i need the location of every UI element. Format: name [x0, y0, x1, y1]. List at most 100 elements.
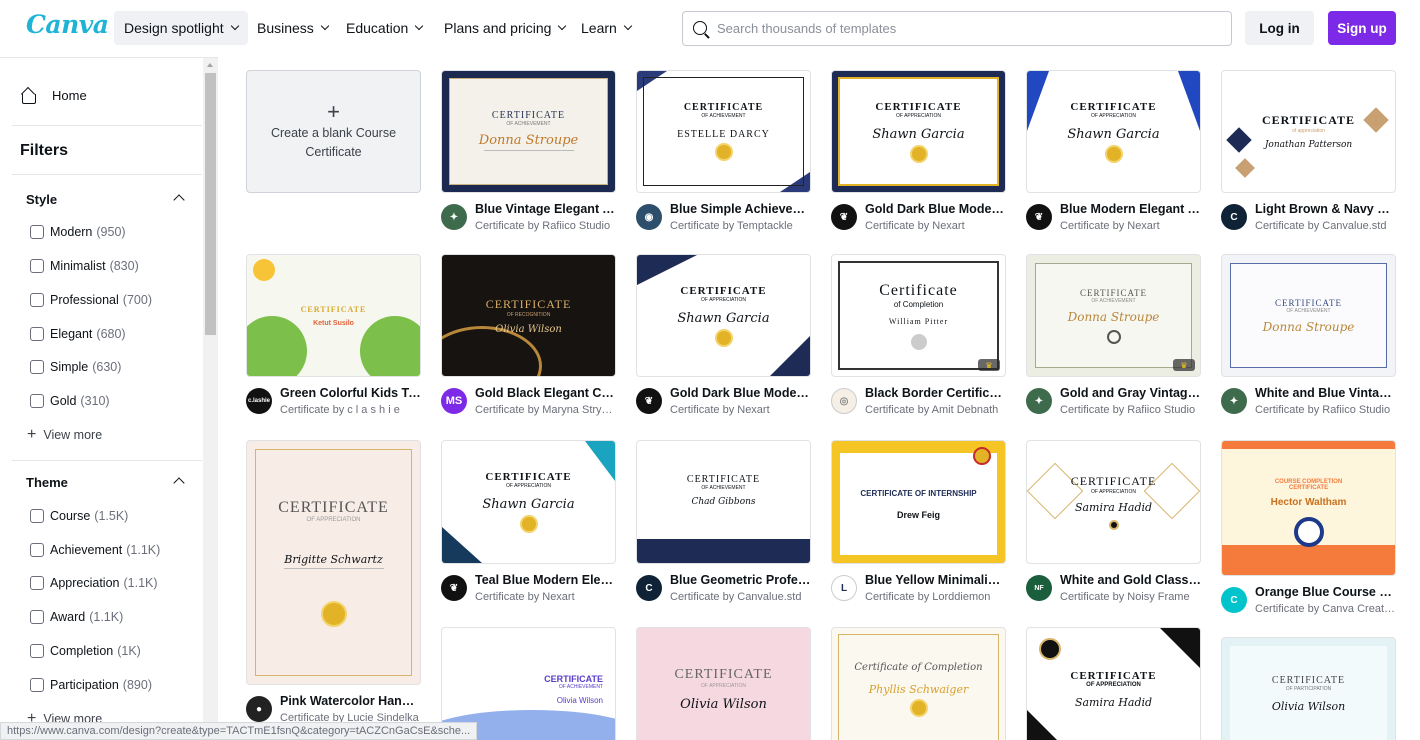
template-author[interactable]: Certificate by Canvalue.std	[1255, 220, 1396, 232]
search-input[interactable]: Search thousands of templates	[682, 11, 1232, 46]
template-title[interactable]: Blue Simple Achievement Certificate	[670, 202, 811, 216]
template-card[interactable]: CERTIFICATE OF APPRECIATION Shawn Garcia…	[441, 440, 616, 613]
template-card[interactable]: CERTIFICATE OF APPRECIATION Olivia Wilso…	[636, 627, 811, 740]
template-card[interactable]: CERTIFICATE OF ACHIEVEMENT Donna Stroupe…	[441, 70, 616, 242]
template-thumbnail[interactable]: CERTIFICATE OF ACHIEVEMENT Donna Stroupe	[1221, 254, 1396, 377]
template-card[interactable]: CERTIFICATE OF APPRECIATION Samira Hadid…	[1026, 440, 1201, 613]
template-card[interactable]: CERTIFICATE of appreciation Jonathan Pat…	[1221, 70, 1396, 242]
template-thumbnail[interactable]: CERTIFICATE OF APPRECIATION Shawn Garcia	[1026, 70, 1201, 193]
filter-completion[interactable]: Completion (1K)	[30, 644, 141, 658]
checkbox[interactable]	[30, 327, 44, 341]
template-card[interactable]: CERTIFICATE OF APPRECIATION Brigitte Sch…	[246, 440, 421, 734]
template-card[interactable]: COURSE COMPLETION CERTIFICATE Hector Wal…	[1221, 440, 1396, 625]
template-author[interactable]: Certificate by Rafiico Studio	[1060, 404, 1201, 416]
filter-simple[interactable]: Simple (630)	[30, 360, 121, 374]
checkbox[interactable]	[30, 576, 44, 590]
template-card[interactable]: CERTIFICATE OF APPRECIATION Shawn Garcia…	[1026, 70, 1201, 242]
template-title[interactable]: White and Blue Vintage Certificate	[1255, 386, 1396, 400]
checkbox[interactable]	[30, 644, 44, 658]
nav-education[interactable]: Education	[336, 11, 432, 45]
template-title[interactable]: Light Brown & Navy Geometric Certificate	[1255, 202, 1396, 216]
scroll-up-arrow-icon[interactable]	[207, 63, 213, 67]
filter-elegant[interactable]: Elegant (680)	[30, 327, 126, 341]
template-author[interactable]: Certificate by Canvalue.std	[670, 591, 811, 603]
template-author[interactable]: Certificate by Maryna Stryzhak	[475, 404, 616, 416]
template-thumbnail[interactable]: Certificate of Completion Phyllis Schwai…	[831, 627, 1006, 740]
template-thumbnail[interactable]: CERTIFICATE OF INTERNSHIP Drew Feig	[831, 440, 1006, 564]
template-card[interactable]: CERTIFICATE Ketut Susilo c.lashie Green …	[246, 254, 421, 426]
create-blank-button[interactable]: + Create a blank Course Certificate	[246, 70, 421, 193]
nav-learn[interactable]: Learn	[571, 11, 641, 45]
login-button[interactable]: Log in	[1245, 11, 1314, 45]
template-thumbnail[interactable]: COURSE COMPLETION CERTIFICATE Hector Wal…	[1221, 440, 1396, 576]
home-link[interactable]: Home	[20, 88, 87, 104]
nav-plans-pricing[interactable]: Plans and pricing	[434, 11, 575, 45]
template-card[interactable]: CERTIFICATE OF APPRECIATION Shawn Garcia…	[636, 254, 811, 426]
checkbox[interactable]	[30, 610, 44, 624]
template-title[interactable]: Blue Geometric Professional Certificate	[670, 573, 811, 587]
template-author[interactable]: Certificate by Amit Debnath	[865, 404, 1006, 416]
template-title[interactable]: Blue Vintage Elegant Achievement Certifi…	[475, 202, 616, 216]
template-title[interactable]: Black Border Certificate of Completion	[865, 386, 1006, 400]
chevron-up-icon[interactable]	[173, 477, 185, 489]
template-title[interactable]: Green Colorful Kids Team Certificate	[280, 386, 421, 400]
template-author[interactable]: Certificate by Nexart	[670, 404, 811, 416]
template-thumbnail[interactable]: CERTIFICATE of appreciation Jonathan Pat…	[1221, 70, 1396, 193]
checkbox[interactable]	[30, 360, 44, 374]
template-card[interactable]: Certificate of Completion Phyllis Schwai…	[831, 627, 1006, 740]
template-author[interactable]: Certificate by Rafiico Studio	[475, 220, 616, 232]
template-card[interactable]: CERTIFICATE OF ACHIEVEMENT Donna Stroupe…	[1026, 254, 1201, 426]
template-card[interactable]: CERTIFICATE OF PARTICIPATION Olivia Wils…	[1221, 637, 1396, 740]
template-thumbnail[interactable]: CERTIFICATE OF APPRECIATION Shawn Garcia	[441, 440, 616, 564]
canva-logo[interactable]: Canva	[26, 10, 109, 39]
template-title[interactable]: White and Gold Classic Certificate	[1060, 573, 1201, 587]
checkbox[interactable]	[30, 543, 44, 557]
template-thumbnail[interactable]: CERTIFICATE OF ACHIEVEMENT Chad Gibbons	[636, 440, 811, 564]
template-thumbnail[interactable]: CERTIFICATE OF APPRECIATION Shawn Garcia	[636, 254, 811, 377]
filter-award[interactable]: Award (1.1K)	[30, 610, 123, 624]
filter-modern[interactable]: Modern (950)	[30, 225, 126, 239]
template-title[interactable]: Teal Blue Modern Elegant Certificate	[475, 573, 616, 587]
template-title[interactable]: Blue Modern Elegant Appreciation Certifi…	[1060, 202, 1201, 216]
template-author[interactable]: Certificate by Rafiico Studio	[1255, 404, 1396, 416]
template-card[interactable]: CERTIFICATE OF APPRECIATION Samira Hadid	[1026, 627, 1201, 740]
template-thumbnail[interactable]: CERTIFICATE OF PARTICIPATION Olivia Wils…	[1221, 637, 1396, 740]
filter-course[interactable]: Course (1.5K)	[30, 509, 128, 523]
checkbox[interactable]	[30, 259, 44, 273]
template-card[interactable]: Certificate of Completion William Pitter…	[831, 254, 1006, 426]
template-title[interactable]: Orange Blue Course Badge Certificate	[1255, 585, 1396, 599]
style-view-more[interactable]: + View more	[27, 426, 102, 444]
checkbox[interactable]	[30, 394, 44, 408]
template-card[interactable]: CERTIFICATE OF ACHIEVEMENT Donna Stroupe…	[1221, 254, 1396, 426]
template-author[interactable]: Certificate by c l a s h i e	[280, 404, 421, 416]
nav-design-spotlight[interactable]: Design spotlight	[114, 11, 248, 45]
template-thumbnail[interactable]: CERTIFICATE OF APPRECIATION Samira Hadid	[1026, 440, 1201, 564]
checkbox[interactable]	[30, 509, 44, 523]
template-title[interactable]: Gold Dark Blue Modern Certificate	[670, 386, 811, 400]
filter-minimalist[interactable]: Minimalist (830)	[30, 259, 139, 273]
template-author[interactable]: Certificate by Nexart	[865, 220, 1006, 232]
filter-achievement[interactable]: Achievement (1.1K)	[30, 543, 160, 557]
checkbox[interactable]	[30, 293, 44, 307]
template-title[interactable]: Pink Watercolor Hand Certificate	[280, 694, 421, 708]
template-thumbnail[interactable]: CERTIFICATE OF RECOGNITION Olivia Wilson	[441, 254, 616, 377]
template-card[interactable]: CERTIFICATE OF ACHIEVEMENT Chad Gibbons …	[636, 440, 811, 613]
template-card[interactable]: CERTIFICATE OF ACHIEVEMENT ESTELLE DARCY…	[636, 70, 811, 242]
template-thumbnail[interactable]: CERTIFICATE Ketut Susilo	[246, 254, 421, 377]
filter-professional[interactable]: Professional (700)	[30, 293, 152, 307]
template-title[interactable]: Blue Yellow Minimalist Certificate	[865, 573, 1006, 587]
signup-button[interactable]: Sign up	[1328, 11, 1396, 45]
checkbox[interactable]	[30, 678, 44, 692]
template-title[interactable]: Gold Dark Blue Modern Certificate	[865, 202, 1006, 216]
filter-appreciation[interactable]: Appreciation (1.1K)	[30, 576, 158, 590]
template-author[interactable]: Certificate by Temptackle	[670, 220, 811, 232]
template-card[interactable]: CERTIFICATE OF APPRECIATION Shawn Garcia…	[831, 70, 1006, 242]
template-thumbnail[interactable]: CERTIFICATE OF APPRECIATION Brigitte Sch…	[246, 440, 421, 685]
template-author[interactable]: Certificate by Nexart	[1060, 220, 1201, 232]
style-section-title[interactable]: Style	[26, 192, 57, 207]
template-thumbnail[interactable]: CERTIFICATE OF APPRECIATION Shawn Garcia	[831, 70, 1006, 193]
template-thumbnail[interactable]: Certificate of Completion William Pitter…	[831, 254, 1006, 377]
template-author[interactable]: Certificate by Nexart	[475, 591, 616, 603]
filter-participation[interactable]: Participation (890)	[30, 678, 152, 692]
theme-section-title[interactable]: Theme	[26, 475, 68, 490]
